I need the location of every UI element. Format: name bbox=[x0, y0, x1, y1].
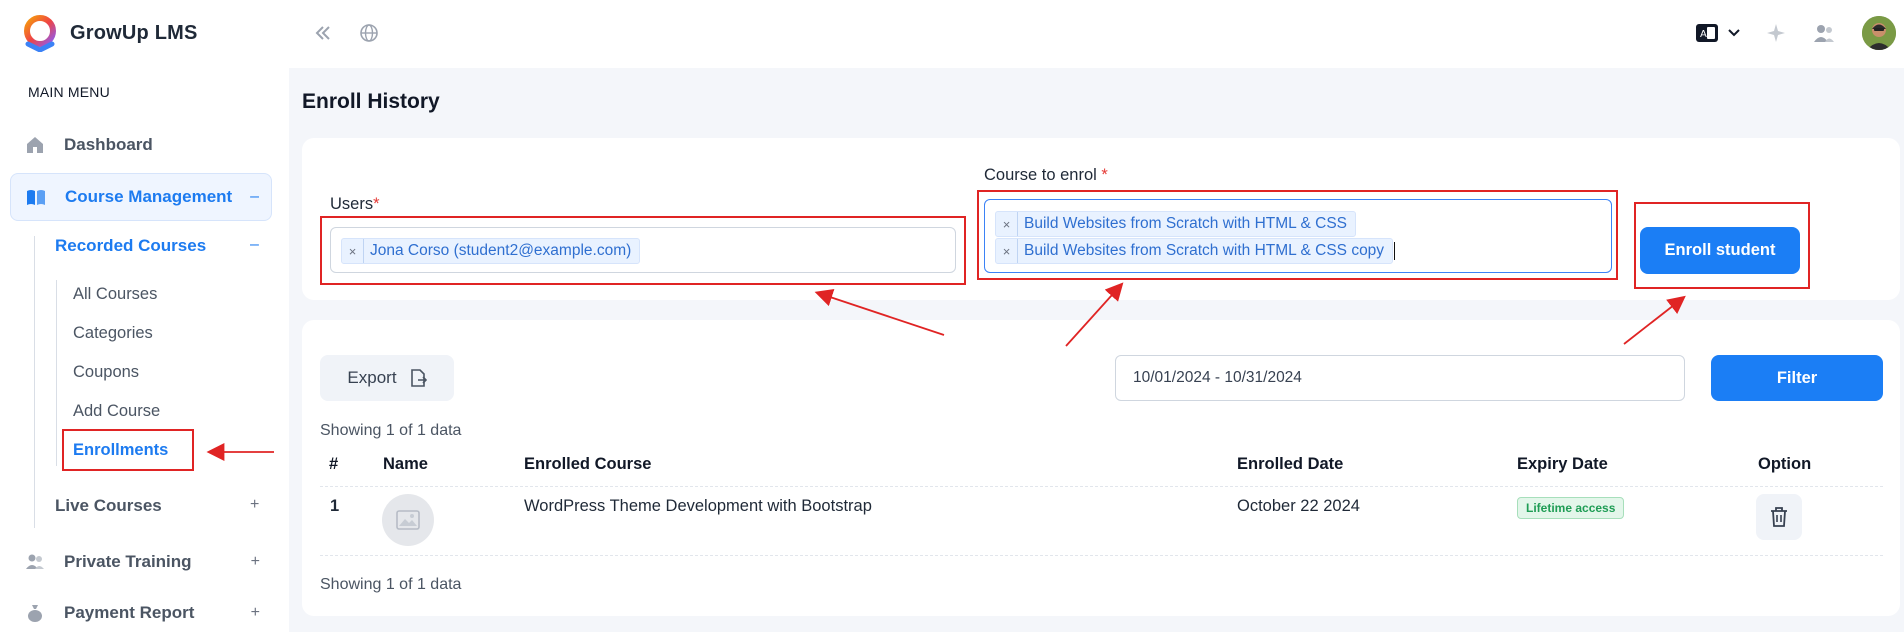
leaf-coupons[interactable]: Coupons bbox=[73, 363, 139, 382]
col-expiry-date: Expiry Date bbox=[1517, 455, 1608, 473]
leaf-add-course[interactable]: Add Course bbox=[73, 402, 160, 421]
showing-count-bottom: Showing 1 of 1 data bbox=[320, 576, 462, 593]
row-enrolled-date: October 22 2024 bbox=[1237, 497, 1360, 515]
delete-button[interactable] bbox=[1756, 494, 1802, 540]
svg-text:A: A bbox=[1700, 29, 1707, 40]
sub-live-courses[interactable]: Live Courses bbox=[55, 496, 162, 516]
brand[interactable]: GrowUp LMS bbox=[20, 14, 198, 52]
col-enrolled-course: Enrolled Course bbox=[524, 455, 652, 473]
trash-icon bbox=[1771, 507, 1787, 527]
row-index: 1 bbox=[330, 497, 340, 515]
annotation-box bbox=[320, 216, 966, 285]
nav-payment-report[interactable]: Payment Report + bbox=[10, 589, 272, 632]
date-range-value: 10/01/2024 - 10/31/2024 bbox=[1133, 369, 1302, 386]
brand-name: GrowUp LMS bbox=[70, 21, 198, 44]
nav-dashboard[interactable]: Dashboard bbox=[10, 121, 272, 169]
top-header bbox=[289, 0, 1904, 68]
sub-recorded-courses[interactable]: Recorded Courses bbox=[55, 236, 206, 256]
chevron-down-icon[interactable] bbox=[1725, 25, 1743, 41]
image-placeholder-icon bbox=[396, 510, 420, 530]
brand-logo-icon bbox=[24, 15, 56, 52]
nav-label: Course Management bbox=[65, 187, 233, 206]
table-divider bbox=[320, 555, 1883, 556]
page-title: Enroll History bbox=[302, 90, 440, 113]
tree-line bbox=[56, 280, 57, 466]
expand-icon[interactable]: + bbox=[250, 496, 259, 514]
sidebar: GrowUp LMS MAIN MENU Dashboard Course Ma… bbox=[0, 0, 289, 632]
nav-label: Dashboard bbox=[64, 135, 153, 154]
col-name: Name bbox=[383, 455, 428, 473]
users-icon[interactable] bbox=[1812, 22, 1836, 44]
sparkle-icon[interactable] bbox=[1766, 22, 1788, 44]
expiry-badge: Lifetime access bbox=[1517, 497, 1625, 519]
course-label: Course to enrol * bbox=[984, 166, 1108, 184]
nav-label: Payment Report bbox=[64, 603, 195, 622]
col-enrolled-date: Enrolled Date bbox=[1237, 455, 1344, 473]
course-thumbnail bbox=[382, 494, 434, 546]
tree-line bbox=[34, 236, 35, 528]
annotation-box bbox=[62, 429, 194, 471]
nav-course-management[interactable]: Course Management – bbox=[10, 173, 272, 221]
leaf-categories[interactable]: Categories bbox=[73, 324, 153, 343]
nav-private-training[interactable]: Private Training + bbox=[10, 538, 272, 586]
export-button[interactable]: Export bbox=[320, 355, 454, 401]
export-label: Export bbox=[347, 368, 397, 387]
annotation-box bbox=[977, 190, 1618, 280]
expand-icon[interactable]: + bbox=[251, 553, 260, 571]
export-file-icon bbox=[410, 369, 427, 387]
filter-button[interactable]: Filter bbox=[1711, 355, 1883, 401]
language-icon[interactable]: A bbox=[1695, 23, 1719, 43]
showing-count: Showing 1 of 1 data bbox=[320, 422, 462, 439]
nav-label: Private Training bbox=[64, 552, 192, 571]
globe-icon[interactable] bbox=[357, 21, 381, 45]
col-index: # bbox=[329, 455, 339, 473]
row-course: WordPress Theme Development with Bootstr… bbox=[524, 497, 872, 515]
collapse-icon[interactable]: – bbox=[250, 236, 259, 254]
date-range-input[interactable]: 10/01/2024 - 10/31/2024 bbox=[1115, 355, 1685, 401]
avatar[interactable] bbox=[1862, 16, 1896, 50]
users-label: Users* bbox=[330, 195, 380, 213]
annotation-box bbox=[1634, 202, 1810, 289]
book-icon bbox=[25, 186, 47, 208]
users-icon bbox=[24, 551, 46, 573]
table-divider bbox=[320, 486, 1883, 487]
menu-title: MAIN MENU bbox=[28, 84, 110, 100]
collapse-icon[interactable]: – bbox=[250, 188, 259, 206]
col-option: Option bbox=[1758, 455, 1812, 473]
collapse-sidebar-icon[interactable] bbox=[312, 22, 334, 44]
home-icon bbox=[24, 134, 46, 156]
leaf-all-courses[interactable]: All Courses bbox=[73, 285, 157, 304]
expand-icon[interactable]: + bbox=[251, 604, 260, 622]
money-bag-icon bbox=[24, 602, 46, 624]
